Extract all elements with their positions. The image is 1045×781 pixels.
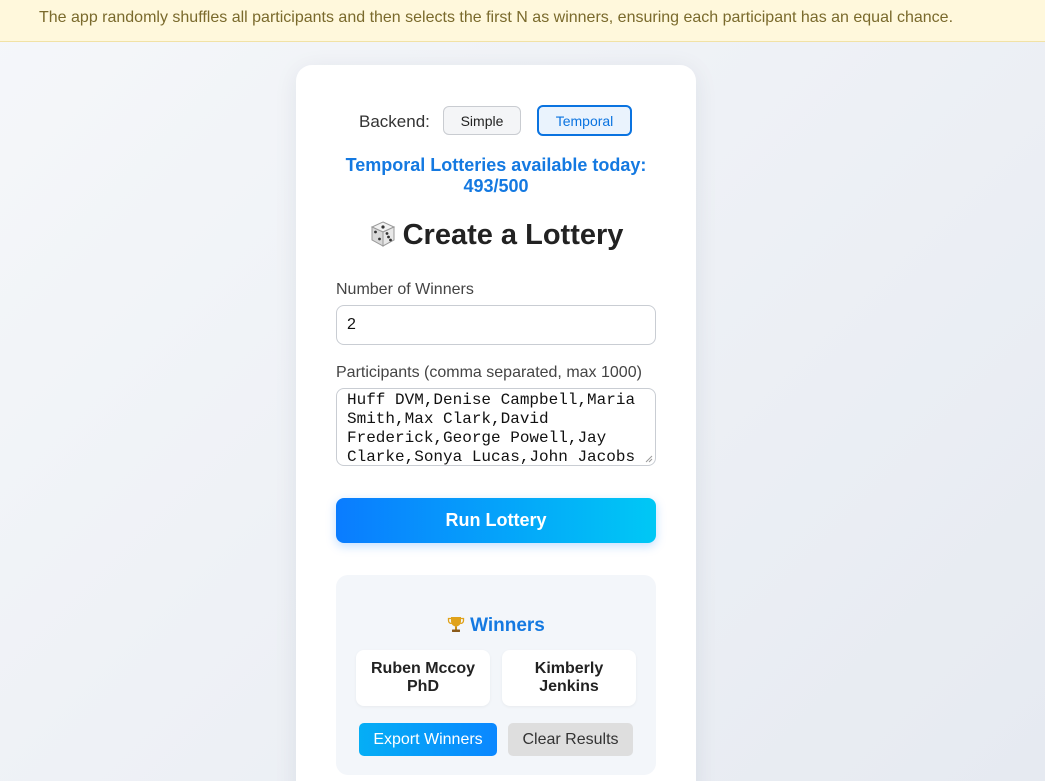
- winners-heading-text: Winners: [470, 615, 545, 636]
- participants-textarea[interactable]: Huff DVM,Denise Campbell,Maria Smith,Max…: [336, 388, 656, 466]
- winners-count-input[interactable]: [336, 305, 656, 345]
- winner-card: Kimberly Jenkins: [502, 650, 636, 706]
- dice-icon: [370, 221, 395, 247]
- page-title-text: Create a Lottery: [402, 219, 624, 251]
- participants-label: Participants (comma separated, max 1000): [336, 364, 642, 381]
- backend-simple-button[interactable]: Simple: [443, 106, 521, 135]
- backend-selector: Backend: Simple Temporal: [296, 105, 696, 136]
- clear-results-button[interactable]: Clear Results: [508, 723, 633, 756]
- participants-text: Huff DVM,Denise Campbell,Maria Smith,Max…: [347, 391, 645, 466]
- page-title: Create a Lottery: [296, 219, 696, 252]
- winners-count-label: Number of Winners: [336, 281, 474, 298]
- lottery-card: Backend: Simple Temporal Temporal Lotter…: [296, 65, 696, 781]
- export-winners-button[interactable]: Export Winners: [359, 723, 497, 756]
- backend-label: Backend:: [359, 112, 430, 131]
- quota-status: Temporal Lotteries available today: 493/…: [296, 155, 696, 197]
- quota-count: 493/500: [463, 176, 529, 196]
- resize-handle-icon[interactable]: [645, 455, 653, 463]
- info-banner-text: The app randomly shuffles all participan…: [39, 9, 954, 26]
- run-lottery-button[interactable]: Run Lottery: [336, 498, 656, 543]
- quota-label: Temporal Lotteries available today:: [345, 155, 647, 175]
- winner-card: Ruben Mccoy PhD: [356, 650, 490, 706]
- winners-heading: Winners: [336, 615, 656, 637]
- trophy-icon: [447, 617, 465, 632]
- info-banner: The app randomly shuffles all participan…: [0, 0, 1045, 42]
- results-panel: Winners Ruben Mccoy PhD Kimberly Jenkins…: [336, 575, 656, 775]
- backend-temporal-button[interactable]: Temporal: [537, 105, 632, 136]
